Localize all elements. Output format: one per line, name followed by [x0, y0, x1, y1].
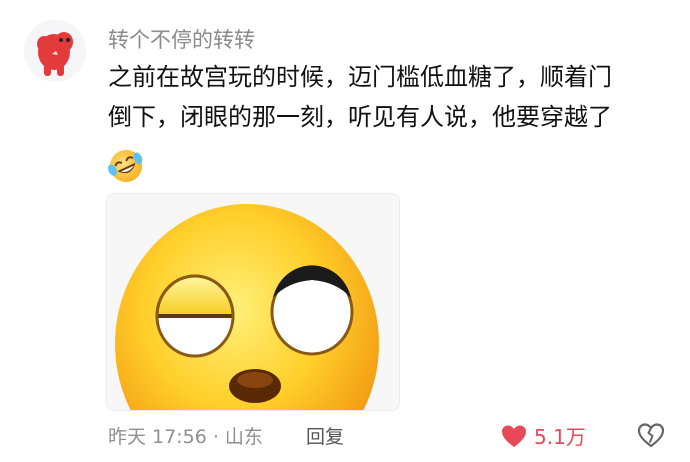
user-avatar[interactable] [24, 20, 86, 82]
comment-image[interactable] [106, 193, 400, 411]
red-mascot-avatar-icon [24, 20, 86, 82]
comment-text-line-1: 之前在故宫玩的时候，迈门槛低血糖了，顺着门 [108, 63, 612, 91]
comment-time-location: 昨天 17:56 · 山东 [108, 426, 263, 448]
broken-heart-icon [637, 423, 665, 448]
comment-text-line-2: 倒下，闭眼的那一刻，听见有人说，他要穿越了 [108, 103, 612, 131]
laughing-crying-emoji-icon [106, 146, 146, 186]
comment-footer: 昨天 17:56 · 山东 回复 5.1万 [108, 422, 670, 450]
comment-username[interactable]: 转个不停的转转 [108, 24, 255, 54]
one-eye-closed-emoji-icon [107, 194, 399, 410]
like-count: 5.1万 [534, 425, 586, 449]
dislike-button[interactable] [636, 420, 666, 450]
comment-text: 之前在故宫玩的时候，迈门槛低血糖了，顺着门 倒下，闭眼的那一刻，听见有人说，他要… [108, 57, 668, 137]
reply-button[interactable]: 回复 [306, 422, 344, 449]
heart-filled-icon [502, 425, 526, 447]
like-button[interactable]: 5.1万 [500, 421, 586, 450]
